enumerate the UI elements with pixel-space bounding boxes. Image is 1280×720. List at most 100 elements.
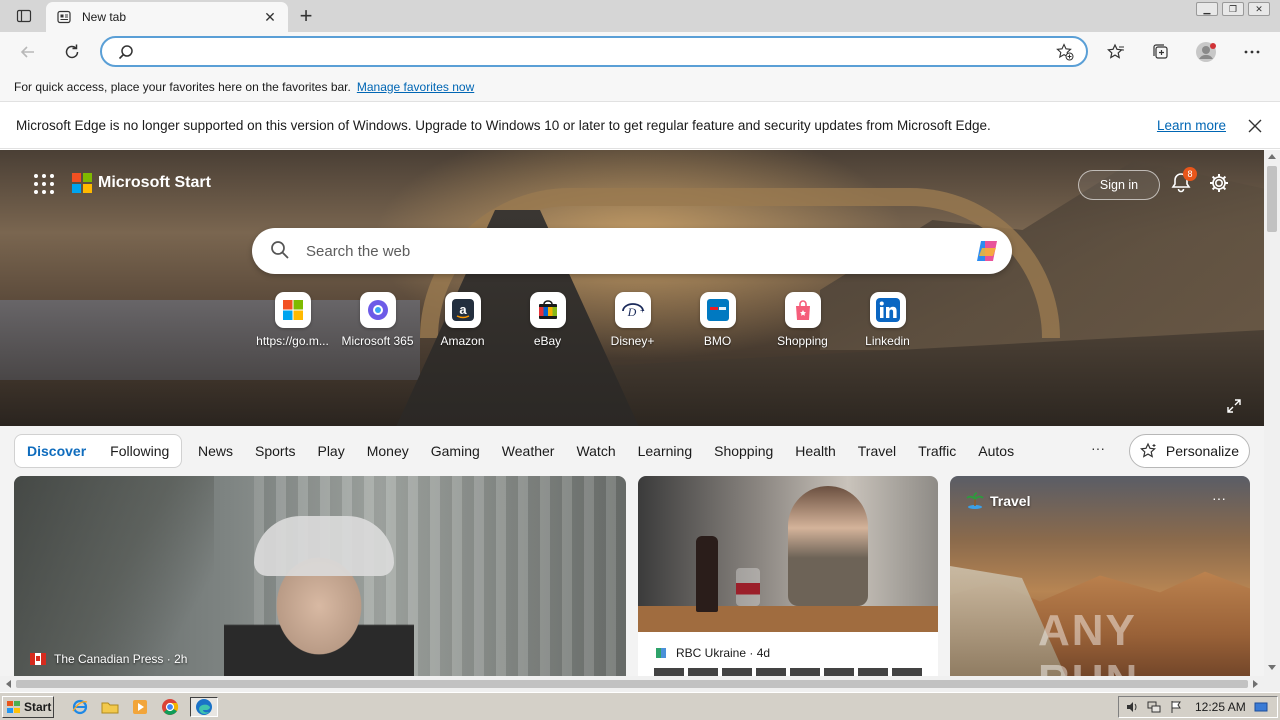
- feed-tab-switch: Discover Following: [14, 434, 183, 468]
- network-icon[interactable]: [1147, 700, 1161, 714]
- copilot-icon[interactable]: [972, 236, 1002, 266]
- media-player-icon[interactable]: [130, 697, 150, 717]
- scroll-up-arrow-icon[interactable]: [1268, 154, 1276, 159]
- back-icon[interactable]: [14, 38, 42, 66]
- windows-taskbar: Start 12:25 AM: [0, 692, 1280, 720]
- manage-favorites-link[interactable]: Manage favorites now: [357, 80, 474, 94]
- address-input[interactable]: [144, 42, 1044, 62]
- infobar-close-icon[interactable]: [1244, 115, 1266, 137]
- svg-text:+: +: [640, 306, 645, 315]
- app-launcher-icon[interactable]: [34, 174, 54, 194]
- profile-avatar-icon[interactable]: [1192, 38, 1220, 66]
- category-travel[interactable]: Travel: [858, 443, 896, 459]
- internet-explorer-icon[interactable]: [70, 697, 90, 717]
- tab-new-tab[interactable]: New tab ✕: [46, 2, 288, 32]
- quick-link[interactable]: D + Disney+: [590, 292, 675, 348]
- quick-link[interactable]: https://go.m...: [250, 292, 335, 348]
- volume-icon[interactable]: [1125, 700, 1139, 714]
- horizontal-scroll-thumb[interactable]: [16, 680, 1248, 688]
- sign-in-button[interactable]: Sign in: [1078, 170, 1160, 200]
- action-center-flag-icon[interactable]: [1169, 700, 1183, 714]
- card-source-name: RBC Ukraine: [676, 646, 747, 660]
- minimize-icon[interactable]: ▁: [1196, 2, 1218, 16]
- personalize-button[interactable]: Personalize: [1129, 434, 1250, 468]
- collections-icon[interactable]: [1146, 38, 1174, 66]
- category-money[interactable]: Money: [367, 443, 409, 459]
- news-card-image: [638, 476, 938, 632]
- category-sports[interactable]: Sports: [255, 443, 295, 459]
- news-card-large[interactable]: The Canadian Press · 2h: [14, 476, 626, 676]
- scroll-down-arrow-icon[interactable]: [1268, 665, 1276, 670]
- close-window-icon[interactable]: ✕: [1248, 2, 1270, 16]
- tab-close-icon[interactable]: ✕: [262, 9, 278, 25]
- address-bar[interactable]: [100, 36, 1088, 67]
- category-autos[interactable]: Autos: [978, 443, 1014, 459]
- quick-link-label: Shopping: [777, 334, 828, 348]
- category-shopping[interactable]: Shopping: [714, 443, 773, 459]
- web-search-placeholder: Search the web: [306, 242, 411, 260]
- chrome-icon[interactable]: [160, 697, 180, 717]
- quick-link[interactable]: Linkedin: [845, 292, 930, 348]
- svg-text:D: D: [626, 305, 636, 319]
- category-watch[interactable]: Watch: [576, 443, 615, 459]
- card-source: The Canadian Press · 2h: [30, 652, 187, 666]
- learn-more-link[interactable]: Learn more: [1157, 118, 1226, 133]
- category-news[interactable]: News: [198, 443, 233, 459]
- tab-strip: New tab ✕ + ▁ ❐ ✕: [0, 0, 1280, 32]
- vertical-scrollbar[interactable]: [1264, 150, 1280, 676]
- tab-discover[interactable]: Discover: [15, 443, 98, 459]
- edge-taskbar-icon[interactable]: [190, 697, 218, 717]
- new-tab-button[interactable]: +: [294, 3, 318, 28]
- card-more-options-button[interactable]: ···: [1212, 490, 1226, 506]
- news-card[interactable]: RBC Ukraine · 4d: [638, 476, 938, 676]
- disney-plus-icon: D +: [614, 292, 651, 328]
- feed-navigation: Discover Following News Sports Play Mone…: [0, 426, 1264, 476]
- category-learning[interactable]: Learning: [638, 443, 693, 459]
- page-settings-gear-icon[interactable]: [1208, 172, 1230, 194]
- tab-following[interactable]: Following: [98, 443, 181, 459]
- microsoft-logo-icon: [274, 292, 311, 328]
- new-tab-page-icon: [56, 9, 72, 25]
- start-page: Microsoft Start Sign in 8 Search the web: [0, 150, 1264, 676]
- start-label: Start: [24, 700, 52, 714]
- category-weather[interactable]: Weather: [502, 443, 555, 459]
- quick-link[interactable]: Microsoft 365: [335, 292, 420, 348]
- add-favorite-icon[interactable]: [1056, 43, 1074, 64]
- quick-link[interactable]: a Amazon: [420, 292, 505, 348]
- web-search-box[interactable]: Search the web: [252, 228, 1012, 274]
- tab-actions-icon[interactable]: [10, 6, 38, 26]
- system-tray: 12:25 AM: [1118, 696, 1278, 718]
- vertical-scroll-thumb[interactable]: [1267, 166, 1277, 232]
- start-button[interactable]: Start: [2, 696, 54, 718]
- refresh-icon[interactable]: [58, 38, 86, 66]
- more-categories-button[interactable]: ···: [1088, 440, 1108, 460]
- quick-link-label: eBay: [533, 334, 562, 348]
- taskbar-clock[interactable]: 12:25 AM: [1195, 700, 1246, 714]
- file-explorer-icon[interactable]: [100, 697, 120, 717]
- rbc-ukraine-logo-icon: [656, 648, 666, 658]
- settings-more-icon[interactable]: [1238, 38, 1266, 66]
- scroll-left-arrow-icon[interactable]: [6, 680, 11, 688]
- category-health[interactable]: Health: [795, 443, 835, 459]
- travel-card[interactable]: Travel ··· ANY RUN: [950, 476, 1250, 676]
- notifications-bell-icon[interactable]: 8: [1170, 167, 1197, 195]
- window-controls: ▁ ❐ ✕: [1196, 2, 1270, 16]
- quick-link[interactable]: Shopping: [760, 292, 845, 348]
- expand-background-icon[interactable]: [1226, 398, 1242, 414]
- quick-link[interactable]: BMO: [675, 292, 760, 348]
- infobar-message: Microsoft Edge is no longer supported on…: [16, 118, 991, 133]
- microsoft-start-logo[interactable]: Microsoft Start: [72, 173, 211, 193]
- show-desktop-icon[interactable]: [1254, 700, 1268, 714]
- horizontal-scrollbar[interactable]: [0, 676, 1264, 692]
- favorites-icon[interactable]: [1102, 38, 1130, 66]
- scroll-right-arrow-icon[interactable]: [1253, 680, 1258, 688]
- category-traffic[interactable]: Traffic: [918, 443, 956, 459]
- quick-link[interactable]: eBay: [505, 292, 590, 348]
- personalize-icon: [1139, 442, 1156, 458]
- category-gaming[interactable]: Gaming: [431, 443, 480, 459]
- browser-toolbar: [0, 32, 1280, 72]
- restore-icon[interactable]: ❐: [1222, 2, 1244, 16]
- category-play[interactable]: Play: [317, 443, 344, 459]
- brand-name: Microsoft Start: [98, 174, 211, 191]
- microsoft-365-icon: [359, 292, 396, 328]
